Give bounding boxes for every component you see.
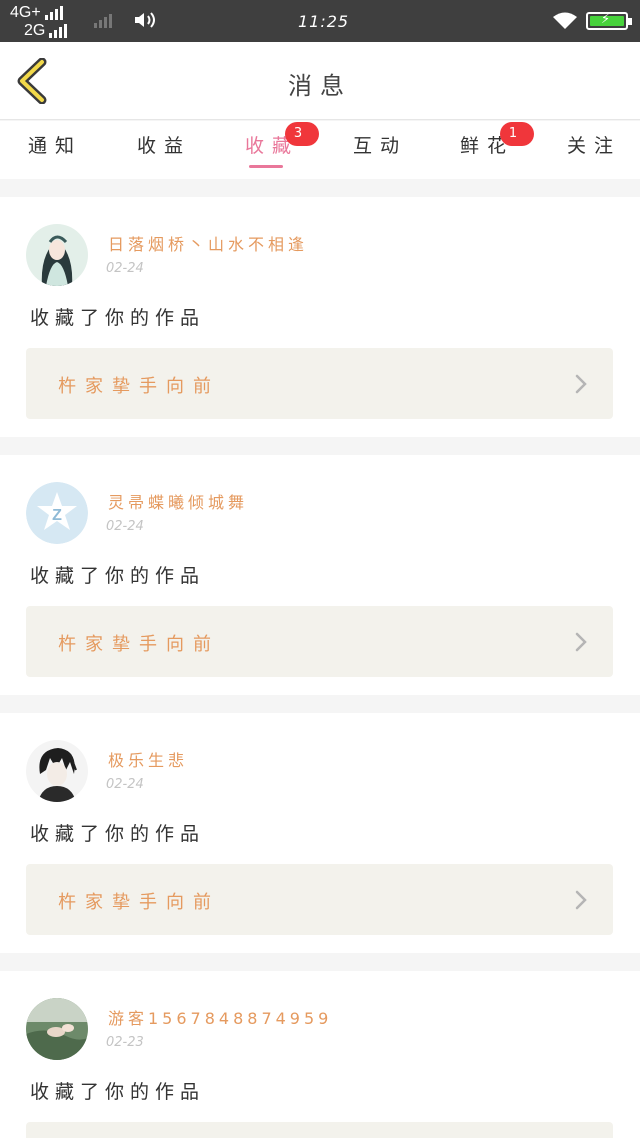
action-text: 收藏了你的作品 (30, 307, 206, 329)
work-link[interactable]: 杵家挚手向前 (26, 864, 613, 935)
tab-interaction[interactable]: 互动 (353, 131, 407, 158)
tab-flowers[interactable]: 鲜花 1 (460, 122, 534, 158)
tab-label: 关注 (567, 135, 622, 157)
tab-notice[interactable]: 通知 (28, 131, 82, 158)
network-label-4g: 4G+ (10, 4, 41, 21)
timestamp: 02-24 (106, 519, 144, 534)
list-item: Z 灵帚蝶曦倾城舞 02-24 收藏了你的作品 杵家挚手向前 (0, 455, 640, 695)
tab-favorites[interactable]: 收藏 3 (245, 122, 319, 158)
status-bar: 4G+ 2G 11:25 ⚡ (0, 0, 640, 42)
list-item: 极乐生悲 02-24 收藏了你的作品 杵家挚手向前 (0, 713, 640, 953)
svg-text:Z: Z (52, 507, 62, 524)
signal-icon (44, 6, 63, 20)
signal-weak-icon (94, 14, 112, 28)
username[interactable]: 灵帚蝶曦倾城舞 (108, 489, 248, 513)
timestamp: 02-24 (106, 777, 144, 792)
badge-count: 1 (500, 122, 534, 146)
speaker-icon (135, 12, 155, 28)
work-link[interactable]: 杵家挚手向前 (26, 348, 613, 419)
username[interactable]: 游客1567848874959 (108, 1005, 332, 1029)
avatar[interactable] (26, 224, 88, 286)
timestamp: 02-24 (106, 261, 144, 276)
wifi-icon (553, 12, 577, 29)
action-text: 收藏了你的作品 (30, 565, 206, 587)
work-link[interactable] (26, 1122, 613, 1138)
signal-icon (49, 24, 68, 38)
work-title: 杵家挚手向前 (58, 376, 220, 397)
chevron-right-icon (575, 374, 587, 394)
avatar[interactable]: Z (26, 482, 88, 544)
username[interactable]: 极乐生悲 (108, 747, 188, 771)
tab-label: 互动 (353, 135, 408, 157)
work-title: 杵家挚手向前 (58, 892, 220, 913)
action-text: 收藏了你的作品 (30, 1081, 206, 1103)
message-tabs: 通知 收益 收藏 3 互动 鲜花 1 关注 (0, 121, 640, 179)
work-title: 杵家挚手向前 (58, 634, 220, 655)
action-text: 收藏了你的作品 (30, 823, 206, 845)
avatar[interactable] (26, 998, 88, 1060)
list-item: 游客1567848874959 02-23 收藏了你的作品 (0, 971, 640, 1138)
list-item: 日落烟桥丶山水不相逢 02-24 收藏了你的作品 杵家挚手向前 (0, 197, 640, 437)
work-link[interactable]: 杵家挚手向前 (26, 606, 613, 677)
tab-follow[interactable]: 关注 (567, 131, 621, 158)
badge-count: 3 (285, 122, 319, 146)
tab-label: 收益 (137, 135, 192, 157)
chevron-right-icon (575, 632, 587, 652)
avatar[interactable] (26, 740, 88, 802)
tab-income[interactable]: 收益 (137, 131, 191, 158)
active-tab-indicator (249, 165, 283, 168)
page-title: 消息 (288, 72, 352, 100)
chevron-right-icon (575, 890, 587, 910)
app-header: 消息 (0, 42, 640, 120)
battery-icon: ⚡ (586, 12, 632, 30)
clock: 11:25 (298, 12, 350, 31)
network-indicator: 4G+ 2G (10, 4, 68, 40)
username[interactable]: 日落烟桥丶山水不相逢 (108, 231, 308, 255)
timestamp: 02-23 (106, 1035, 144, 1050)
network-label-2g: 2G (24, 22, 46, 39)
tab-label: 通知 (28, 135, 83, 157)
